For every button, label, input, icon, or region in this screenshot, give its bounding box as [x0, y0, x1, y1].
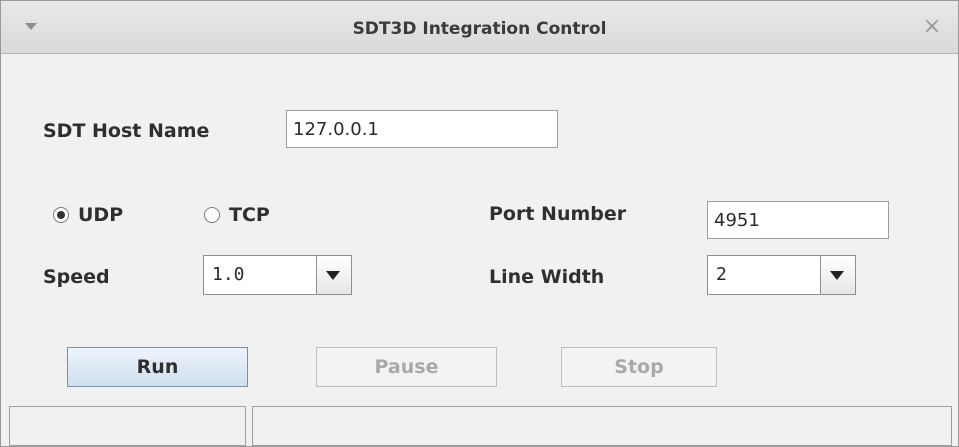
line-width-value: 2 — [716, 264, 727, 285]
status-cell-right — [252, 406, 952, 446]
speed-value: 1.0 — [212, 264, 245, 285]
line-width-dropdown-icon[interactable] — [820, 256, 855, 294]
close-icon[interactable]: × — [920, 15, 944, 39]
speed-label: Speed — [43, 266, 110, 288]
radio-udp-label: UDP — [78, 204, 124, 226]
host-name-input[interactable] — [286, 110, 558, 148]
speed-combobox[interactable]: 1.0 — [203, 255, 352, 295]
host-name-label: SDT Host Name — [43, 120, 210, 142]
pause-button[interactable]: Pause — [316, 347, 497, 387]
status-bar — [1, 406, 958, 446]
radio-udp-indicator[interactable] — [53, 207, 69, 223]
radio-tcp[interactable]: TCP — [204, 204, 270, 226]
dialog-window: SDT3D Integration Control × SDT Host Nam… — [0, 0, 959, 447]
line-width-combobox[interactable]: 2 — [707, 255, 856, 295]
run-button[interactable]: Run — [67, 347, 248, 387]
radio-udp[interactable]: UDP — [53, 204, 123, 226]
title-bar[interactable]: SDT3D Integration Control × — [1, 1, 958, 54]
stop-button[interactable]: Stop — [561, 347, 717, 387]
radio-tcp-indicator[interactable] — [204, 207, 220, 223]
radio-tcp-label: TCP — [229, 204, 270, 226]
port-number-input[interactable] — [707, 201, 889, 239]
window-title: SDT3D Integration Control — [352, 19, 607, 39]
port-number-label: Port Number — [489, 203, 627, 225]
status-cell-left — [9, 406, 246, 446]
speed-dropdown-icon[interactable] — [316, 256, 351, 294]
line-width-label: Line Width — [489, 266, 605, 288]
